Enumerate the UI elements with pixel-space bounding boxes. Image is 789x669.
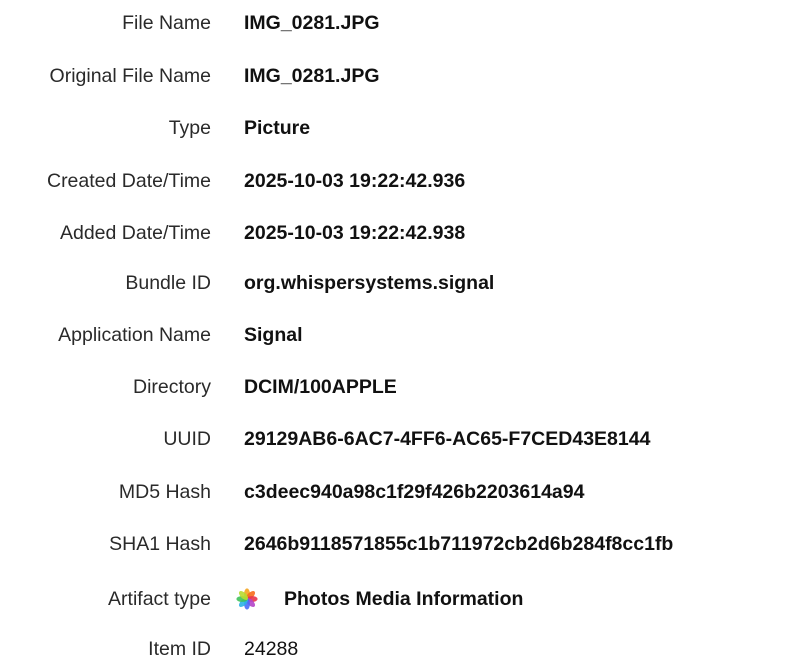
property-row-application-name: Application Name Signal — [0, 315, 789, 355]
property-value: 29129AB6-6AC7-4FF6-AC65-F7CED43E8144 — [244, 428, 651, 450]
property-value: Signal — [244, 324, 303, 346]
property-label: File Name — [122, 12, 211, 34]
property-value: 2025-10-03 19:22:42.936 — [244, 170, 466, 192]
property-label: Bundle ID — [125, 272, 211, 294]
property-label: Original File Name — [49, 65, 211, 87]
property-row-artifact-type: Artifact type Photos Media Information — [0, 579, 789, 619]
property-row-created-date-time: Created Date/Time 2025-10-03 19:22:42.93… — [0, 161, 789, 201]
property-row-original-file-name: Original File Name IMG_0281.JPG — [0, 56, 789, 96]
property-row-bundle-id: Bundle ID org.whispersystems.signal — [0, 263, 789, 303]
property-value: 2025-10-03 19:22:42.938 — [244, 222, 466, 244]
property-value: DCIM/100APPLE — [244, 376, 397, 398]
property-label: Directory — [132, 376, 211, 398]
property-label: Created Date/Time — [46, 170, 211, 192]
property-row-md5-hash: MD5 Hash c3deec940a98c1f29f426b2203614a9… — [0, 472, 789, 512]
property-label: SHA1 Hash — [109, 533, 211, 555]
property-value: 24288 — [244, 638, 299, 660]
property-value: 2646b9118571855c1b711972cb2d6b284f8cc1fb — [244, 533, 674, 555]
property-label: Type — [168, 117, 211, 139]
property-label: Artifact type — [108, 588, 211, 610]
property-row-uuid: UUID 29129AB6-6AC7-4FF6-AC65-F7CED43E814… — [0, 419, 789, 459]
property-row-sha1-hash: SHA1 Hash 2646b9118571855c1b711972cb2d6b… — [0, 524, 789, 564]
artifact-type-label: Photos Media Information — [284, 588, 524, 610]
property-label: UUID — [163, 428, 211, 450]
property-row-type: Type Picture — [0, 108, 789, 148]
property-value: c3deec940a98c1f29f426b2203614a94 — [244, 481, 585, 503]
property-value: org.whispersystems.signal — [244, 272, 495, 294]
property-row-file-name: File Name IMG_0281.JPG — [0, 3, 789, 43]
property-label: Application Name — [58, 324, 211, 346]
photos-app-icon — [236, 588, 258, 610]
property-label: Added Date/Time — [59, 222, 211, 244]
property-value: IMG_0281.JPG — [244, 12, 380, 34]
property-label: MD5 Hash — [118, 481, 211, 503]
property-row-added-date-time: Added Date/Time 2025-10-03 19:22:42.938 — [0, 213, 789, 253]
property-row-directory: Directory DCIM/100APPLE — [0, 367, 789, 407]
property-value: Picture — [244, 117, 311, 139]
property-label: Item ID — [148, 638, 211, 660]
property-row-item-id: Item ID 24288 — [0, 629, 789, 669]
artifact-type-value[interactable]: Photos Media Information — [236, 579, 523, 619]
property-value: IMG_0281.JPG — [244, 65, 380, 87]
